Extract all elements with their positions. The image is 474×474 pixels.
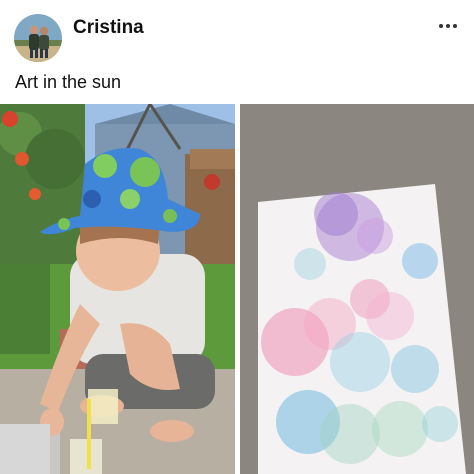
more-dot-icon (439, 24, 443, 28)
more-options-button[interactable] (432, 16, 464, 36)
more-dot-icon (446, 24, 450, 28)
post-header: Cristina (0, 0, 474, 62)
avatar[interactable] (14, 14, 62, 62)
bubble-painting-photo[interactable] (240, 104, 474, 474)
post-caption: Art in the sun (15, 72, 122, 92)
more-dot-icon (453, 24, 457, 28)
author-name[interactable]: Cristina (73, 17, 144, 39)
child-painting-photo[interactable] (0, 104, 235, 474)
